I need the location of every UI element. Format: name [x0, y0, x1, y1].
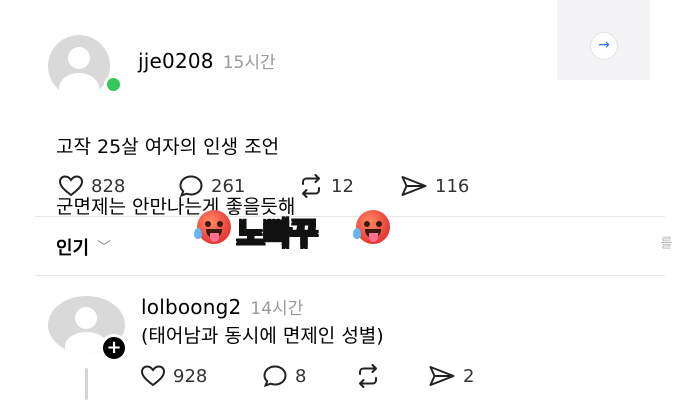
reply-share-button[interactable]: 2 — [428, 364, 474, 388]
reply-timestamp: 14시간 — [250, 299, 304, 319]
like-count: 828 — [91, 175, 126, 197]
comment-count: 261 — [211, 175, 246, 197]
share-count: 116 — [435, 175, 470, 197]
post-actions: 828 261 12 116 — [58, 174, 478, 200]
heart-icon — [140, 365, 166, 387]
arrow-right-icon: → — [598, 37, 610, 53]
online-status-dot — [104, 75, 123, 94]
plus-icon: + — [106, 337, 122, 358]
follow-button[interactable]: + — [100, 334, 128, 362]
share-button[interactable]: 116 — [400, 174, 469, 198]
reply-repost-button[interactable] — [355, 364, 388, 388]
hot-face-emoji-right — [353, 210, 390, 244]
comment-button[interactable]: 261 — [178, 174, 245, 198]
comment-icon — [263, 365, 287, 388]
repost-icon — [359, 364, 377, 388]
post-line-1: 고작 25살 여자의 인생 조언 — [56, 136, 280, 158]
divider — [35, 216, 665, 217]
reply-like-button[interactable]: 928 — [140, 364, 207, 388]
thread-line — [85, 368, 88, 400]
sort-label: 인기 — [56, 238, 90, 259]
send-icon — [401, 176, 427, 196]
hot-face-emoji-left — [194, 210, 231, 244]
reply-comment-count: 8 — [295, 365, 307, 387]
like-button[interactable]: 828 — [58, 174, 125, 198]
repost-button[interactable]: 12 — [298, 174, 354, 198]
divider — [35, 275, 665, 276]
reply-comment-button[interactable]: 8 — [262, 364, 306, 388]
chevron-down-icon: ﹀ — [97, 240, 112, 256]
overlay-caption: 노빠꾸 — [236, 216, 319, 253]
reply-like-count: 928 — [173, 365, 208, 387]
send-icon — [429, 366, 455, 386]
reply-actions: 928 8 2 — [140, 364, 500, 390]
post-timestamp: 15시간 — [222, 53, 276, 73]
repost-count: 12 — [331, 175, 354, 197]
heart-icon — [58, 175, 84, 197]
post-username[interactable]: jje0208 — [138, 49, 214, 73]
sort-dropdown[interactable]: 인기 ﹀ — [56, 234, 111, 260]
repost-icon — [302, 174, 320, 198]
avatar[interactable] — [48, 35, 110, 97]
reply-body: (태어남과 동시에 면제인 성별) — [141, 325, 384, 347]
comment-icon — [179, 175, 203, 198]
arrow-right-button[interactable]: → — [590, 32, 618, 60]
reply-username[interactable]: lolboong2 — [141, 295, 241, 319]
panel-edge-text: 를 — [657, 236, 672, 249]
reply-share-count: 2 — [463, 365, 475, 387]
